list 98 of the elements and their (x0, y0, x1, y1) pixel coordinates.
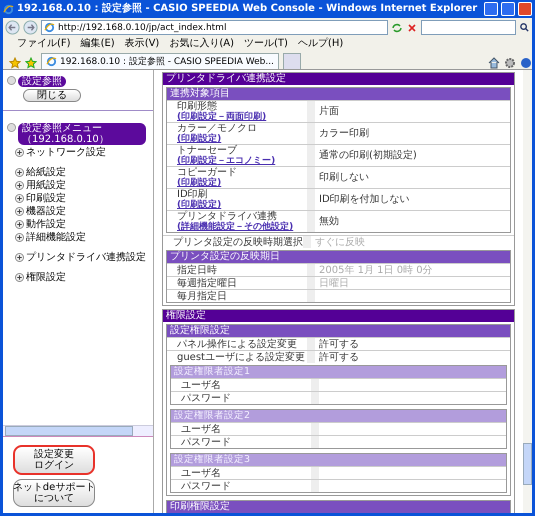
browser-icon (44, 22, 55, 33)
group-title: プリンタ設定の反映期日 (167, 251, 510, 263)
group-title: 連携対象項目 (167, 88, 510, 100)
sidebar-button[interactable]: ネットdeサポート について (13, 479, 95, 507)
spacer-cell (303, 236, 311, 248)
subgroup-title: 設定権限者設定2 (171, 410, 506, 422)
expand-icon[interactable] (15, 233, 24, 242)
field-label: 印刷形態 (177, 101, 218, 112)
menu-item[interactable]: ツール(T) (244, 38, 288, 50)
stop-icon[interactable] (406, 22, 418, 34)
menu-item[interactable]: 表示(V) (124, 38, 160, 50)
expand-icon[interactable] (15, 253, 24, 262)
sidebar-button[interactable]: 設定変更 ログイン (13, 445, 95, 475)
browser-icon (3, 4, 14, 14)
field-label: ID印刷 (177, 189, 208, 200)
tree-item[interactable]: 印刷設定 (26, 193, 66, 204)
field-label: トナーセーブ (177, 145, 238, 156)
search-icon[interactable] (519, 22, 530, 33)
expand-icon[interactable] (15, 207, 24, 216)
field-label: 毎月指定日 (177, 290, 228, 302)
expand-icon[interactable] (15, 194, 24, 203)
field-value: 日曜日 (318, 277, 350, 289)
field-label: 毎週指定曜日 (177, 278, 238, 288)
back-icon[interactable] (5, 20, 20, 35)
horizontal-scrollbar[interactable] (3, 425, 153, 437)
maximize-button[interactable] (501, 2, 515, 16)
browser-icon (46, 56, 57, 67)
group-title: 設定権限設定 (167, 325, 510, 337)
node-icon (7, 123, 16, 132)
settings-link[interactable]: (印刷設定－両面印刷) (177, 112, 307, 122)
field-label: 指定日時 (177, 264, 218, 276)
field-label: ユーザ名 (181, 380, 222, 390)
menu-item[interactable]: 編集(E) (80, 38, 115, 50)
field-label: ユーザ名 (181, 468, 222, 478)
field-label: カラー／モノクロ (177, 123, 258, 134)
panel-title: 設定参照 (18, 76, 66, 87)
close-panel-button[interactable]: 閉じる (23, 89, 81, 102)
field-label: プリンタ設定の反映時期選択 (173, 236, 303, 248)
menu-item[interactable]: ヘルプ(H) (298, 38, 344, 50)
expand-icon[interactable] (15, 181, 24, 190)
subgroup-title: 設定権限者設定3 (171, 454, 506, 466)
field-value: 無効 (318, 214, 340, 229)
menu-item[interactable]: お気に入り(A) (169, 38, 234, 50)
field-label: パスワード (181, 480, 232, 492)
settings-link[interactable]: (印刷設定) (177, 134, 307, 144)
settings-link[interactable]: (印刷設定) (177, 178, 307, 188)
close-button[interactable] (518, 2, 532, 16)
menu-item[interactable]: ファイル(F) (17, 38, 71, 50)
minimize-button[interactable] (484, 2, 498, 16)
field-label: プリンタドライバ連携 (177, 211, 277, 222)
field-value: 片面 (318, 104, 340, 119)
field-value: 印刷しない (318, 170, 370, 185)
address-field[interactable]: http://192.168.0.10/jp/act_index.html (41, 20, 388, 35)
home-icon[interactable] (488, 57, 500, 69)
field-value: すぐに反映 (314, 236, 366, 248)
field-value: 許可する (318, 351, 360, 363)
field-value: カラー印刷 (318, 126, 370, 141)
menu-title: 設定参照メニュー（192.168.0.10） (18, 123, 146, 145)
search-field[interactable] (421, 20, 516, 35)
window-title: 192.168.0.10 : 設定参照 - CASIO SPEEDIA Web Console - Windows Internet Explorer (17, 3, 478, 15)
section-title: 権限設定 (163, 310, 514, 322)
field-label: パネル操作による設定変更 (177, 338, 298, 350)
field-value: 通常の印刷(初期設定) (318, 148, 418, 163)
field-label: コピーガード (177, 167, 238, 178)
gear-icon[interactable] (504, 57, 516, 69)
tree-item[interactable]: 機器設定 (26, 206, 66, 217)
browser-tab[interactable]: 192.168.0.10 : 設定参照 - CASIO SPEEDIA Web... (41, 53, 279, 69)
help-icon[interactable] (520, 57, 532, 69)
refresh-icon[interactable] (391, 22, 403, 34)
field-value: 2005年 1月 1日 0時 0分 (318, 264, 434, 276)
group-title: 印刷権限設定 (167, 501, 510, 513)
field-label: guestユーザによる設定変更 (177, 352, 306, 362)
field-label: パスワード (181, 392, 232, 404)
tree-item[interactable]: 給紙設定 (26, 167, 66, 178)
expand-icon[interactable] (15, 220, 24, 229)
field-value: 許可する (318, 338, 360, 350)
forward-icon[interactable] (23, 20, 38, 35)
section-title: プリンタドライバ連携設定 (163, 73, 514, 85)
field-label: パスワード (181, 436, 232, 448)
expand-icon[interactable] (15, 168, 24, 177)
tree-item[interactable]: 詳細機能設定 (26, 232, 86, 243)
add-favorite-icon[interactable] (25, 57, 37, 69)
settings-link[interactable]: (印刷設定) (177, 200, 307, 210)
tree-item[interactable]: 用紙設定 (26, 180, 66, 191)
star-icon[interactable] (9, 57, 21, 69)
tree-item[interactable]: プリンタドライバ連携設定 (26, 252, 146, 263)
tree-item[interactable]: 動作設定 (26, 219, 66, 230)
expand-icon[interactable] (15, 148, 24, 157)
settings-link[interactable]: (詳細機能設定－その他設定) (177, 222, 307, 232)
settings-link[interactable]: (印刷設定－エコノミー) (177, 156, 307, 166)
vertical-scrollbar[interactable] (523, 70, 532, 513)
tree-item[interactable]: ネットワーク設定 (26, 147, 106, 158)
subgroup-title: 設定権限者設定1 (171, 366, 506, 378)
expand-icon[interactable] (15, 273, 24, 282)
tree-item[interactable]: 権限設定 (26, 272, 66, 283)
node-icon (7, 76, 16, 85)
field-label: ユーザ名 (181, 424, 222, 434)
field-value: ID印刷を付加しない (318, 192, 411, 207)
